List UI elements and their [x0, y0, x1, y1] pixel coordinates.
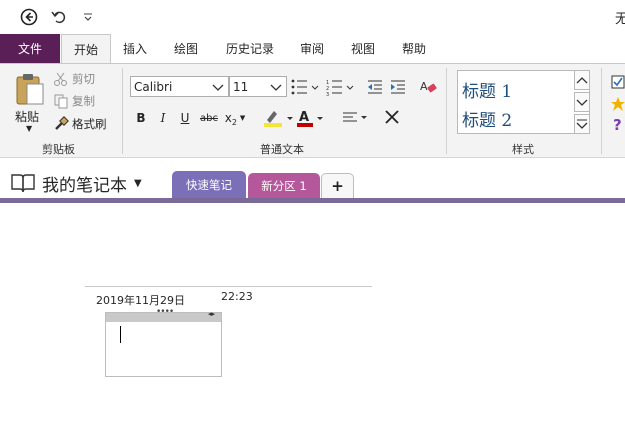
- copy-icon: [54, 94, 68, 109]
- styles-scroll-down-button[interactable]: [574, 92, 590, 112]
- page-date: 2019年11月29日: [96, 294, 185, 307]
- note-container-handle[interactable]: •••• ◂▸: [106, 307, 221, 322]
- undo-icon[interactable]: [49, 7, 69, 27]
- font-size-combobox[interactable]: 11: [229, 76, 287, 97]
- important-tag[interactable]: [611, 96, 625, 112]
- cut-label: 剪切: [72, 72, 95, 86]
- subscript-mark: 2: [231, 117, 237, 127]
- font-color-icon: A: [297, 110, 323, 127]
- format-painter-label: 格式刷: [72, 117, 107, 131]
- style-heading-1[interactable]: 标题 1: [462, 77, 512, 102]
- copy-label: 复制: [72, 94, 95, 108]
- notebook-dropdown[interactable]: 我的笔记本 ▼: [10, 170, 142, 196]
- font-size-value: 11: [233, 79, 249, 94]
- format-painter-icon: [55, 116, 69, 130]
- clear-formatting-button[interactable]: A: [420, 78, 438, 96]
- page-time: 22:23: [221, 290, 253, 303]
- tab-home[interactable]: 开始: [61, 34, 111, 64]
- tab-review[interactable]: 审阅: [292, 34, 332, 63]
- customize-qat-icon[interactable]: [78, 7, 98, 27]
- tab-insert[interactable]: 插入: [115, 34, 155, 63]
- decrease-indent-icon: [368, 80, 382, 94]
- strikethrough-button[interactable]: abc: [198, 108, 220, 128]
- highlight-button[interactable]: [262, 108, 294, 128]
- font-name-combobox[interactable]: Calibri: [130, 76, 229, 97]
- scissors-icon: [54, 72, 67, 86]
- subscript-label: x: [224, 111, 232, 125]
- checkbox-icon: [611, 75, 625, 89]
- add-section-button[interactable]: +: [321, 173, 354, 198]
- chevron-down-icon: [270, 84, 282, 91]
- format-painter-button[interactable]: 格式刷: [53, 114, 107, 134]
- chevron-up-icon: [576, 77, 588, 84]
- text-cursor: [120, 326, 121, 343]
- increase-indent-icon: [391, 80, 405, 94]
- notebook-name: 我的笔记本: [42, 175, 127, 196]
- expand-gallery-icon: [576, 119, 588, 129]
- decrease-indent-button[interactable]: [366, 78, 384, 96]
- bullets-icon: [291, 79, 319, 95]
- svg-text:A: A: [420, 80, 428, 93]
- subscript-button[interactable]: x2 ▼: [222, 108, 248, 128]
- styles-group-label: 样式: [512, 143, 534, 156]
- delete-button[interactable]: [383, 108, 401, 128]
- highlighter-icon: [264, 111, 293, 127]
- tab-view[interactable]: 视图: [343, 34, 383, 63]
- eraser-icon: A: [420, 80, 437, 93]
- group-divider: [446, 68, 447, 154]
- tab-file[interactable]: 文件: [0, 34, 60, 63]
- paste-label: 粘贴: [15, 110, 40, 124]
- styles-scroll-up-button[interactable]: [574, 70, 590, 90]
- bullets-button[interactable]: [291, 78, 319, 96]
- page-canvas[interactable]: [0, 203, 625, 441]
- styles-gallery: 标题 1 标题 2: [457, 70, 590, 134]
- clipboard-group-label: 剪贴板: [42, 143, 75, 156]
- quick-access-toolbar: 无: [0, 0, 625, 34]
- font-color-button[interactable]: A: [296, 108, 324, 128]
- resize-handle-icon[interactable]: ◂▸: [208, 310, 215, 318]
- notebook-bar: 我的笔记本 ▼ 快速笔记 新分区 1 +: [0, 158, 625, 201]
- chevron-down-icon: ▼: [26, 124, 33, 133]
- window-title: 无: [615, 12, 625, 27]
- paste-button[interactable]: 粘贴 ▼: [10, 70, 50, 140]
- cut-button[interactable]: 剪切: [53, 69, 95, 89]
- chevron-down-icon: ▼: [134, 177, 142, 189]
- chevron-down-icon: [212, 84, 224, 91]
- star-icon: [611, 97, 625, 111]
- style-heading-2[interactable]: 标题 2: [462, 106, 512, 131]
- font-name-value: Calibri: [134, 79, 173, 94]
- align-button[interactable]: [342, 108, 370, 128]
- increase-indent-button[interactable]: [389, 78, 407, 96]
- ribbon: 粘贴 ▼ 剪切 复制 格式刷 剪贴板 Calibri 11 123 A B I …: [0, 63, 625, 158]
- numbered-list-icon: 123: [326, 80, 354, 98]
- todo-tag-checkbox[interactable]: [611, 74, 625, 89]
- svg-text:A: A: [299, 110, 309, 125]
- group-divider: [122, 68, 123, 154]
- question-tag-icon[interactable]: ?: [613, 116, 622, 134]
- section-tab-quick-notes[interactable]: 快速笔记: [172, 171, 246, 199]
- drag-handle-icon: ••••: [156, 307, 174, 317]
- styles-more-button[interactable]: [574, 114, 590, 134]
- copy-button[interactable]: 复制: [53, 91, 95, 111]
- underline-button[interactable]: U: [178, 108, 192, 128]
- basic-text-group-label: 普通文本: [260, 143, 304, 156]
- notebook-icon: [11, 174, 35, 193]
- italic-button[interactable]: I: [156, 108, 170, 128]
- group-divider: [601, 68, 602, 154]
- ribbon-tabs: 文件 开始 插入 绘图 历史记录 审阅 视图 帮助: [0, 34, 625, 64]
- tab-draw[interactable]: 绘图: [166, 34, 206, 63]
- svg-text:3: 3: [326, 92, 329, 96]
- chevron-down-icon: [576, 99, 588, 106]
- tab-help[interactable]: 帮助: [394, 34, 434, 63]
- bold-button[interactable]: B: [134, 108, 148, 128]
- numbering-button[interactable]: 123: [326, 78, 354, 98]
- page-title-underline: [85, 286, 372, 287]
- chevron-down-icon: ▼: [239, 114, 246, 122]
- tab-history[interactable]: 历史记录: [217, 34, 283, 63]
- align-left-icon: [343, 112, 367, 122]
- back-icon[interactable]: [19, 7, 39, 27]
- section-tab-new-section-1[interactable]: 新分区 1: [248, 173, 320, 198]
- close-x-icon: [385, 110, 399, 124]
